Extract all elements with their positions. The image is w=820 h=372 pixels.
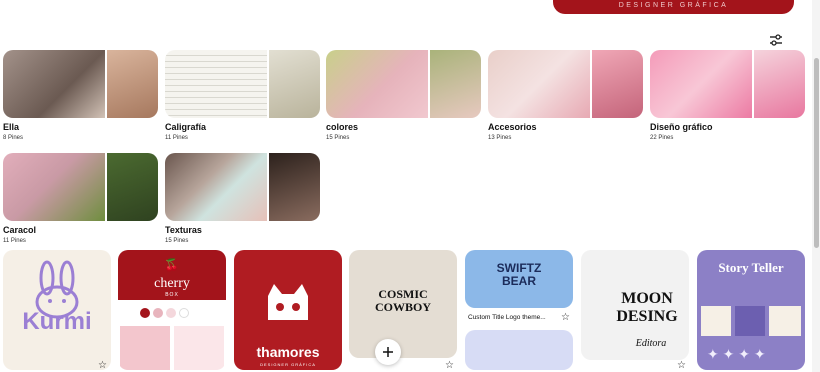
board-diseno-grafico[interactable]: Diseño gráfico 22 Pines	[650, 50, 805, 141]
cover-image	[269, 50, 320, 118]
pinterest-profile-page: DESIGNER GRÁFICA Ella 8 Pines Caligrafía…	[0, 0, 820, 372]
pin-lavender[interactable]	[465, 330, 573, 370]
board-pin-count: 22 Pines	[650, 135, 674, 141]
board-caracol[interactable]: Caracol 11 Pines	[3, 153, 158, 244]
pin-logo-text: COSMIC COWBOY	[374, 287, 431, 314]
cover-image	[269, 153, 320, 221]
board-cover	[165, 50, 320, 118]
cover-image	[165, 153, 267, 221]
board-pin-count: 11 Pines	[165, 135, 188, 141]
pin-logo-text: cherry	[154, 276, 190, 291]
pin-cosmic-cowboy[interactable]: COSMIC COWBOY	[349, 250, 457, 358]
cover-image	[430, 50, 481, 118]
board-pin-count: 13 Pines	[488, 135, 512, 141]
scrollbar-thumb[interactable]	[814, 58, 819, 248]
pin-logo-text: thamores	[256, 344, 320, 360]
plus-icon	[383, 347, 393, 357]
pin-caption: Custom Title Logo theme...	[468, 314, 546, 321]
board-title: Ella	[3, 122, 20, 132]
pin-swiftz-bear[interactable]: SWIFTZ BEAR	[465, 250, 573, 308]
board-ella[interactable]: Ella 8 Pines	[3, 50, 158, 141]
board-cover	[488, 50, 643, 118]
pin-logo-sub: Editora	[635, 338, 667, 349]
board-title: Accesorios	[488, 122, 537, 132]
save-star-icon[interactable]: ☆	[445, 360, 454, 371]
pin-cherry[interactable]: 🍒 cherry BOX	[118, 250, 226, 370]
filter-icon	[770, 34, 782, 46]
add-pin-button[interactable]	[375, 339, 401, 365]
pin-logo-sub: DESIGNER GRÁFICA	[260, 362, 316, 367]
board-cover	[3, 153, 158, 221]
board-pin-count: 8 Pines	[3, 135, 24, 141]
banner-text: DESIGNER GRÁFICA	[618, 2, 729, 9]
board-cover	[165, 153, 320, 221]
cover-image	[107, 153, 158, 221]
cat-logo-icon	[268, 284, 308, 320]
board-cover	[3, 50, 158, 118]
board-pin-count: 15 Pines	[165, 238, 189, 244]
pin-mockup	[735, 306, 765, 336]
pin-story-teller[interactable]: Story Teller ✦ ✦ ✦ ✦	[697, 250, 805, 370]
cover-image	[650, 50, 752, 118]
cover-image	[488, 50, 590, 118]
board-cover	[326, 50, 481, 118]
cover-image	[165, 50, 267, 118]
filter-button[interactable]	[766, 30, 786, 50]
scrollbar[interactable]	[812, 0, 820, 372]
board-pin-count: 15 Pines	[326, 135, 350, 141]
cover-image	[754, 50, 805, 118]
save-star-icon[interactable]: ☆	[561, 312, 570, 323]
pin-mockup	[174, 326, 224, 370]
save-star-icon[interactable]: ☆	[98, 360, 107, 371]
cover-image	[3, 50, 105, 118]
board-title: colores	[326, 122, 359, 132]
board-title: Texturas	[165, 225, 202, 235]
pin-logo-text: Kurmi	[22, 308, 92, 335]
board-title: Diseño gráfico	[650, 122, 713, 132]
cover-image	[592, 50, 643, 118]
sparkle-icon: ✦ ✦ ✦ ✦	[707, 346, 766, 362]
pin-kurmi[interactable]: Kurmi	[3, 250, 111, 370]
pin-moon-desing[interactable]: MOON DESING Editora	[581, 250, 689, 360]
cover-image	[326, 50, 428, 118]
board-title: Caligrafía	[165, 122, 207, 132]
board-accesorios[interactable]: Accesorios 13 Pines	[488, 50, 643, 141]
board-caligrafia[interactable]: Caligrafía 11 Pines	[165, 50, 320, 141]
pin-logo-text: SWIFTZ BEAR	[496, 261, 542, 288]
cherry-icon: 🍒	[164, 258, 179, 272]
pin-mockup	[120, 326, 170, 370]
cover-image	[3, 153, 105, 221]
pin-thamores[interactable]: thamores DESIGNER GRÁFICA	[234, 250, 342, 370]
save-star-icon[interactable]: ☆	[677, 360, 686, 371]
board-colores[interactable]: colores 15 Pines	[326, 50, 481, 141]
pin-logo-text: Story Teller	[718, 260, 784, 275]
pin-swatches	[140, 308, 189, 318]
board-pin-count: 11 Pines	[3, 238, 26, 244]
board-texturas[interactable]: Texturas 15 Pines	[165, 153, 320, 244]
pin-mockup	[769, 306, 801, 336]
designer-banner: DESIGNER GRÁFICA	[553, 0, 794, 14]
pin-logo-sub: BOX	[165, 292, 179, 298]
board-title: Caracol	[3, 225, 37, 235]
cover-image	[107, 50, 158, 118]
pin-mockup	[701, 306, 731, 336]
board-cover	[650, 50, 805, 118]
pin-logo-text: MOON DESING	[616, 290, 678, 325]
